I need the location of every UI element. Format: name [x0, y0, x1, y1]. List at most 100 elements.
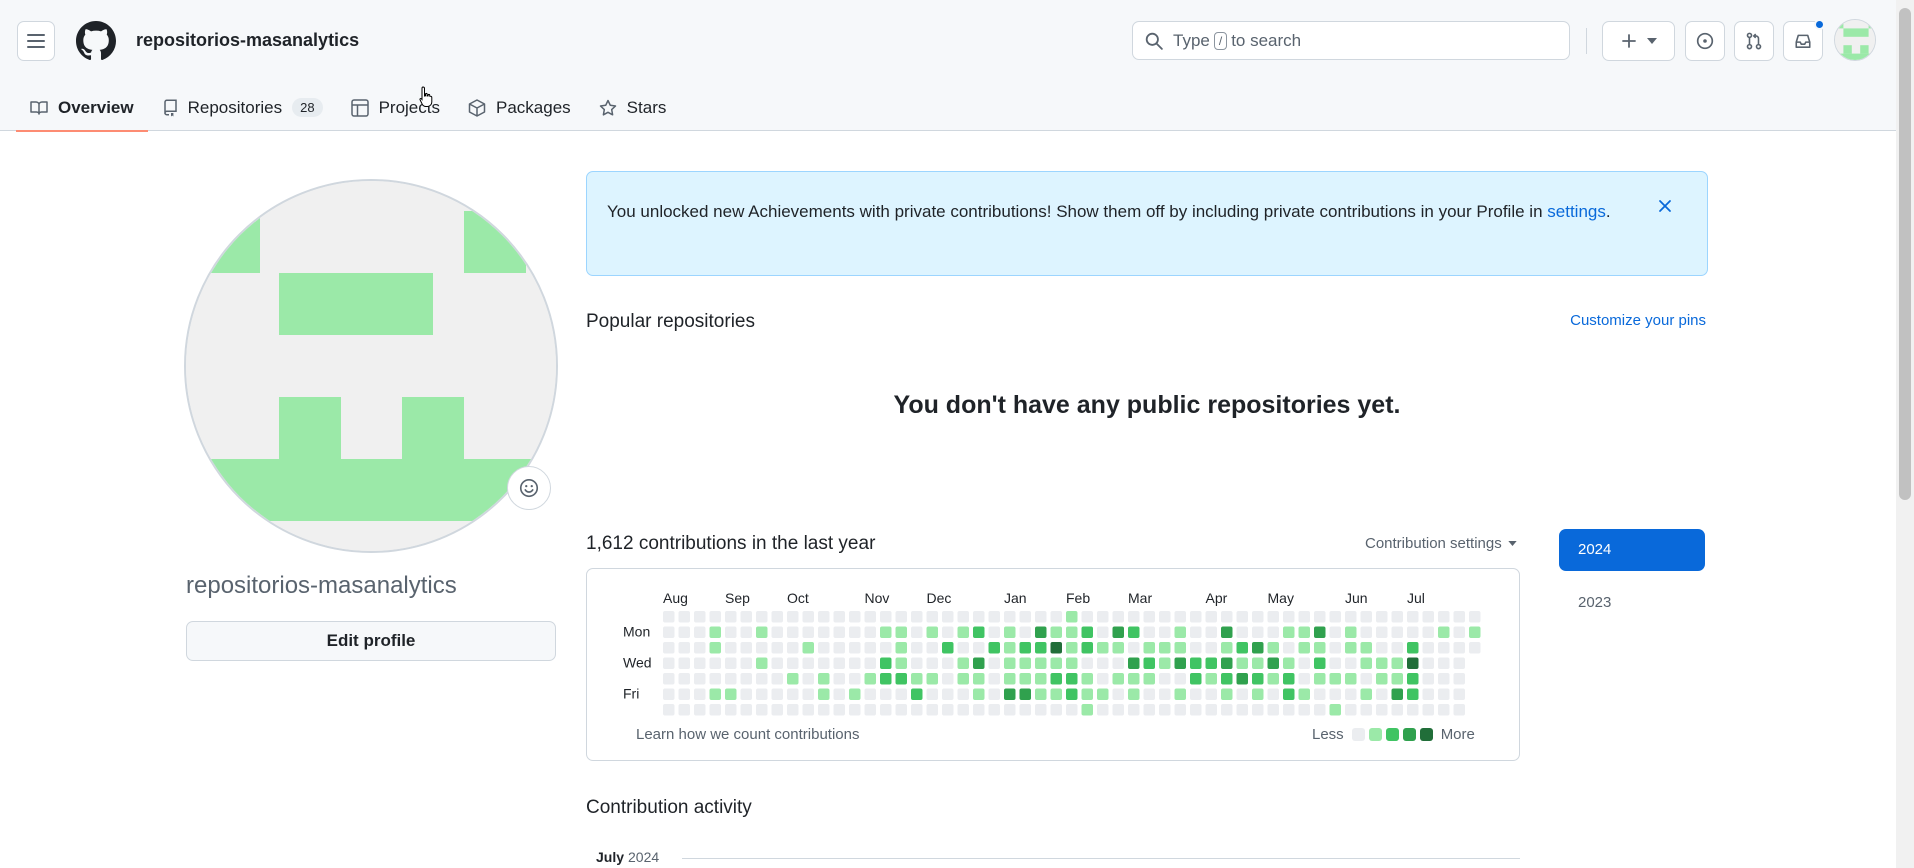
contribution-day-cell[interactable] [756, 611, 768, 623]
contribution-day-cell[interactable] [1236, 657, 1249, 670]
contribution-day-cell[interactable] [740, 611, 753, 623]
contribution-day-cell[interactable] [1205, 688, 1218, 701]
scrollbar-thumb[interactable] [1899, 8, 1911, 500]
contribution-day-cell[interactable] [1438, 611, 1450, 623]
contribution-day-cell[interactable] [1345, 657, 1357, 670]
contribution-day-cell[interactable] [849, 642, 861, 654]
contribution-day-cell[interactable] [1267, 626, 1280, 639]
contribution-day-cell[interactable] [787, 688, 799, 701]
tab-packages[interactable]: Packages [454, 84, 585, 131]
contribution-day-cell[interactable] [725, 657, 737, 670]
contribution-day-cell[interactable] [1112, 657, 1125, 670]
contribution-day-cell[interactable] [1004, 611, 1016, 623]
contribution-day-cell[interactable] [1345, 611, 1357, 623]
contribution-day-cell[interactable] [694, 657, 706, 670]
contribution-day-cell[interactable] [1081, 626, 1094, 639]
contribution-day-cell[interactable] [1298, 611, 1311, 623]
contribution-day-cell[interactable] [1159, 704, 1171, 716]
contribution-day-cell[interactable] [1112, 704, 1125, 716]
contribution-day-cell[interactable] [663, 704, 675, 716]
contribution-day-cell[interactable] [895, 704, 908, 716]
contribution-day-cell[interactable] [926, 688, 939, 701]
contribution-day-cell[interactable] [1453, 642, 1466, 654]
contribution-day-cell[interactable] [1205, 642, 1218, 654]
contribution-day-cell[interactable] [1422, 642, 1435, 654]
contribution-day-cell[interactable] [1050, 688, 1063, 701]
contribution-day-cell[interactable] [1422, 704, 1435, 716]
contribution-day-cell[interactable] [1422, 611, 1435, 623]
contribution-day-cell[interactable] [1438, 657, 1450, 670]
contribution-day-cell[interactable] [1190, 642, 1202, 654]
contribution-day-cell[interactable] [1329, 611, 1342, 623]
contribution-day-cell[interactable] [1190, 626, 1202, 639]
contribution-day-cell[interactable] [1376, 673, 1388, 685]
contribution-day-cell[interactable] [1143, 673, 1156, 685]
contribution-day-cell[interactable] [1407, 642, 1419, 654]
contribution-day-cell[interactable] [1360, 626, 1373, 639]
contribution-day-cell[interactable] [663, 611, 675, 623]
contribution-day-cell[interactable] [1159, 626, 1171, 639]
contribution-day-cell[interactable] [973, 704, 985, 716]
contribution-day-cell[interactable] [1128, 657, 1140, 670]
contribution-day-cell[interactable] [1190, 688, 1202, 701]
contribution-day-cell[interactable] [1360, 688, 1373, 701]
contribution-day-cell[interactable] [1407, 688, 1419, 701]
contribution-day-cell[interactable] [1019, 611, 1032, 623]
contribution-day-cell[interactable] [740, 657, 753, 670]
contribution-day-cell[interactable] [1143, 611, 1156, 623]
contribution-day-cell[interactable] [818, 657, 830, 670]
contribution-day-cell[interactable] [1298, 688, 1311, 701]
contribution-day-cell[interactable] [709, 657, 722, 670]
contribution-day-cell[interactable] [1453, 611, 1466, 623]
contribution-day-cell[interactable] [864, 673, 877, 685]
contribution-day-cell[interactable] [678, 688, 691, 701]
contribution-day-cell[interactable] [1236, 688, 1249, 701]
contribution-day-cell[interactable] [818, 688, 830, 701]
contribution-day-cell[interactable] [942, 642, 954, 654]
contribution-day-cell[interactable] [895, 642, 908, 654]
contribution-day-cell[interactable] [1422, 673, 1435, 685]
contribution-day-cell[interactable] [911, 642, 923, 654]
contribution-day-cell[interactable] [1314, 626, 1326, 639]
contribution-day-cell[interactable] [1298, 626, 1311, 639]
contribution-day-cell[interactable] [725, 626, 737, 639]
contribution-day-cell[interactable] [740, 673, 753, 685]
contribution-day-cell[interactable] [1345, 642, 1357, 654]
contribution-day-cell[interactable] [1298, 657, 1311, 670]
contribution-day-cell[interactable] [818, 626, 830, 639]
contribution-day-cell[interactable] [1035, 704, 1047, 716]
contribution-day-cell[interactable] [1205, 657, 1218, 670]
contribution-day-cell[interactable] [957, 704, 970, 716]
edit-profile-button[interactable]: Edit profile [186, 621, 556, 661]
contribution-day-cell[interactable] [1360, 642, 1373, 654]
contribution-day-cell[interactable] [1283, 642, 1295, 654]
contribution-day-cell[interactable] [740, 704, 753, 716]
contribution-day-cell[interactable] [802, 626, 815, 639]
contribution-day-cell[interactable] [1004, 642, 1016, 654]
contribution-day-cell[interactable] [787, 673, 799, 685]
contribution-day-cell[interactable] [1019, 704, 1032, 716]
contribution-day-cell[interactable] [880, 704, 892, 716]
contribution-day-cell[interactable] [1376, 688, 1388, 701]
contribution-day-cell[interactable] [1407, 673, 1419, 685]
contribution-day-cell[interactable] [1190, 673, 1202, 685]
contribution-day-cell[interactable] [1267, 673, 1280, 685]
contribution-day-cell[interactable] [1391, 688, 1404, 701]
contribution-day-cell[interactable] [787, 626, 799, 639]
contribution-day-cell[interactable] [1205, 704, 1218, 716]
contribution-day-cell[interactable] [756, 657, 768, 670]
contribution-day-cell[interactable] [1097, 688, 1109, 701]
contribution-day-cell[interactable] [1298, 673, 1311, 685]
contribution-day-cell[interactable] [1345, 688, 1357, 701]
contribution-day-cell[interactable] [1407, 626, 1419, 639]
contribution-day-cell[interactable] [1236, 704, 1249, 716]
contribution-day-cell[interactable] [1391, 704, 1404, 716]
contribution-day-cell[interactable] [957, 642, 970, 654]
user-avatar-button[interactable] [1834, 19, 1876, 61]
contribution-day-cell[interactable] [1283, 611, 1295, 623]
contribution-day-cell[interactable] [1267, 611, 1280, 623]
contribution-day-cell[interactable] [926, 642, 939, 654]
contribution-day-cell[interactable] [1438, 704, 1450, 716]
contribution-day-cell[interactable] [973, 673, 985, 685]
contribution-day-cell[interactable] [849, 611, 861, 623]
